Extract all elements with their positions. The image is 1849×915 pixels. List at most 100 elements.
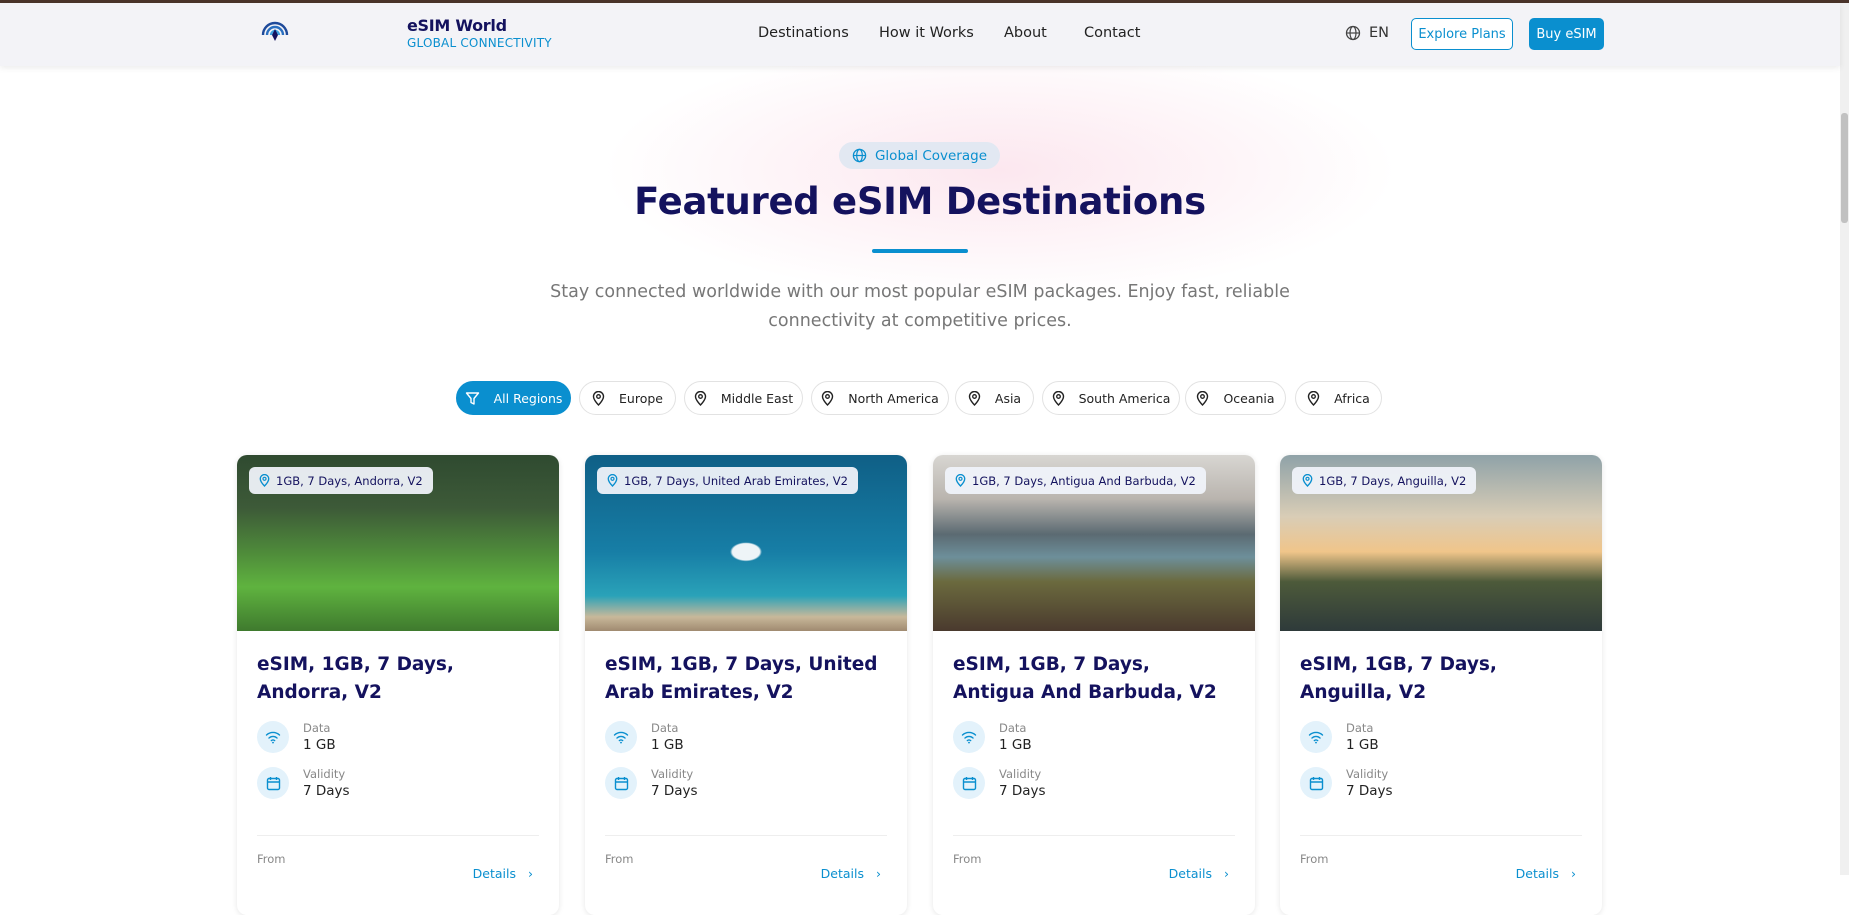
calendar-icon [266,776,280,790]
destination-image: 1GB, 7 Days, Anguilla, V2 [1280,455,1602,631]
data-label: Data [1346,721,1374,735]
validity-value: 7 Days [303,783,350,799]
card-title[interactable]: eSIM, 1GB, 7 Days, United Arab Emirates,… [585,631,907,707]
badge-label: Global Coverage [874,147,988,164]
data-row: Data 1 GB [1280,721,1602,753]
data-label: Data [303,721,331,735]
nav-link-contact[interactable]: Contact [1084,25,1140,41]
map-pin-icon [822,390,834,406]
validity-row: Validity 7 Days [1280,767,1602,799]
data-label: Data [651,721,679,735]
card-footer: From Details › [605,835,887,881]
details-link[interactable]: Details › [473,866,533,881]
subtitle-line: connectivity at competitive prices. [768,311,1072,331]
language-selector[interactable]: EN [1345,25,1389,41]
validity-label: Validity [1346,767,1389,781]
page-subtitle: Stay connected worldwide with our most p… [520,278,1320,336]
wifi-icon-badge [953,721,985,753]
calendar-icon [614,776,628,790]
price-from-label: From [257,852,286,866]
tag-label: 1GB, 7 Days, United Arab Emirates, V2 [624,473,848,488]
map-pin-icon [592,390,605,406]
details-label: Details [472,866,517,881]
nav-link-about[interactable]: About [1004,25,1047,41]
data-row: Data 1 GB [585,721,907,753]
wifi-icon [265,731,281,744]
details-link[interactable]: Details › [821,866,881,881]
destination-card[interactable]: 1GB, 7 Days, Antigua And Barbuda, V2 eSI… [933,455,1255,915]
calendar-icon-badge [605,767,637,799]
explore-plans-button[interactable]: Explore Plans [1411,18,1513,50]
logo-icon[interactable] [260,17,290,43]
filter-chip-south-america[interactable]: South America [1042,381,1180,415]
filter-chip-label: Asia [994,390,1022,406]
tag-label: 1GB, 7 Days, Antigua And Barbuda, V2 [972,473,1196,488]
nav-link-destinations[interactable]: Destinations [758,25,849,41]
chevron-right-icon: › [528,866,533,881]
wifi-icon [961,731,977,744]
destination-image: 1GB, 7 Days, United Arab Emirates, V2 [585,455,907,631]
details-label: Details [1168,866,1213,881]
filter-chip-oceania[interactable]: Oceania [1185,381,1286,415]
calendar-icon [962,776,976,790]
filter-chip-label: North America [848,390,939,406]
wifi-icon-badge [257,721,289,753]
calendar-icon-badge [953,767,985,799]
card-footer: From Details › [1300,835,1582,881]
filter-chip-label: Oceania [1223,390,1275,406]
details-link[interactable]: Details › [1169,866,1229,881]
data-value: 1 GB [1346,737,1379,753]
language-label: EN [1369,25,1390,41]
destination-tag: 1GB, 7 Days, Andorra, V2 [249,467,433,494]
validity-label: Validity [999,767,1042,781]
destination-card[interactable]: 1GB, 7 Days, Andorra, V2 eSIM, 1GB, 7 Da… [237,455,559,915]
map-pin-icon [607,474,618,487]
global-coverage-badge: Global Coverage [839,142,1000,169]
destination-card[interactable]: 1GB, 7 Days, Anguilla, V2 eSIM, 1GB, 7 D… [1280,455,1602,915]
map-pin-icon [694,390,707,406]
tag-label: 1GB, 7 Days, Andorra, V2 [276,473,423,488]
calendar-icon [1309,776,1323,790]
destination-tag: 1GB, 7 Days, United Arab Emirates, V2 [597,467,858,494]
details-link[interactable]: Details › [1516,866,1576,881]
card-footer: From Details › [257,835,539,881]
calendar-icon-badge [1300,767,1332,799]
destination-card[interactable]: 1GB, 7 Days, United Arab Emirates, V2 eS… [585,455,907,915]
scrollbar-thumb[interactable] [1841,113,1848,223]
wifi-icon-badge [1300,721,1332,753]
filter-chip-europe[interactable]: Europe [579,381,676,415]
data-value: 1 GB [999,737,1032,753]
details-label: Details [1515,866,1560,881]
wifi-icon-badge [605,721,637,753]
validity-label: Validity [303,767,346,781]
card-title[interactable]: eSIM, 1GB, 7 Days, Antigua And Barbuda, … [933,631,1255,707]
details-label: Details [820,866,865,881]
map-pin-icon [259,474,270,487]
subtitle-line: Stay connected worldwide with our most p… [550,282,1290,302]
destination-image: 1GB, 7 Days, Antigua And Barbuda, V2 [933,455,1255,631]
title-underline [872,249,968,253]
data-row: Data 1 GB [237,721,559,753]
map-pin-icon [1197,390,1209,406]
buy-esim-button[interactable]: Buy eSIM [1529,18,1604,50]
nav-link-how-it-works[interactable]: How it Works [879,25,974,41]
map-pin-icon [1307,390,1320,406]
tag-label: 1GB, 7 Days, Anguilla, V2 [1319,473,1467,488]
map-pin-icon [955,474,966,487]
filter-chip-asia[interactable]: Asia [955,381,1034,415]
brand-subtitle: GLOBAL CONNECTIVITY [407,36,552,50]
validity-value: 7 Days [999,783,1046,799]
filter-chip-africa[interactable]: Africa [1295,381,1382,415]
brand[interactable]: eSIM World GLOBAL CONNECTIVITY [407,16,552,50]
card-footer: From Details › [953,835,1235,881]
background-glow [600,40,1400,300]
scrollbar[interactable] [1840,3,1849,875]
filter-chip-middle-east[interactable]: Middle East [684,381,803,415]
filter-chip-label: South America [1078,390,1171,406]
destination-tag: 1GB, 7 Days, Antigua And Barbuda, V2 [945,467,1206,494]
card-title[interactable]: eSIM, 1GB, 7 Days, Anguilla, V2 [1280,631,1602,707]
card-title[interactable]: eSIM, 1GB, 7 Days, Andorra, V2 [237,631,559,707]
filter-chip-north-america[interactable]: North America [811,381,949,415]
chevron-right-icon: › [1224,866,1229,881]
filter-chip-all-regions[interactable]: All Regions [456,381,571,415]
